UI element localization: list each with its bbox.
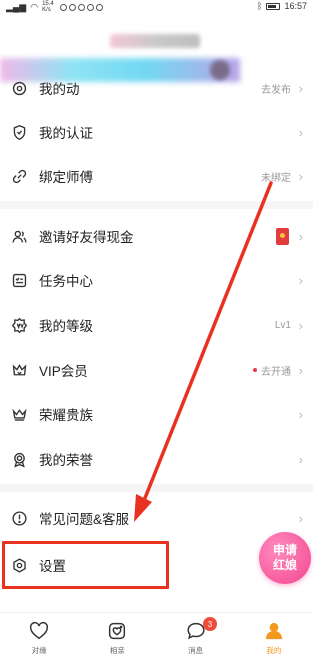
target-icon <box>10 79 28 97</box>
menu-item-label: 绑定师傅 <box>39 170 93 185</box>
vip-crown-icon <box>10 361 28 379</box>
heart-icon <box>30 621 49 640</box>
section-divider <box>0 484 313 492</box>
chevron-right-icon: › <box>298 510 303 526</box>
shield-check-icon <box>10 123 28 141</box>
menu-item-label: 我的荣誉 <box>39 453 93 468</box>
tab-label: 消息 <box>188 646 204 655</box>
tab-label: 对缘 <box>31 646 47 655</box>
menu-item-invite-friends[interactable]: 邀请好友得现金 › <box>0 214 313 258</box>
crown-icon <box>10 405 28 423</box>
tab-mine[interactable]: 我的 <box>235 613 313 663</box>
chevron-right-icon: › <box>298 317 303 333</box>
menu-item-bind-master[interactable]: 绑定师傅 未绑定 › <box>0 154 313 198</box>
status-bar: ▂▄▆ ◠ 15.4 K/s ᛒ 16:57 <box>0 0 313 14</box>
users-icon <box>10 227 28 245</box>
menu-item-label: 我的认证 <box>39 126 93 141</box>
chevron-right-icon: › <box>298 406 303 422</box>
battery-icon <box>266 2 281 10</box>
menu-item-label: 设置 <box>39 559 66 574</box>
menu-item-label: 我的等级 <box>39 319 93 334</box>
chevron-right-icon: › <box>298 451 303 467</box>
menu-item-label: 荣耀贵族 <box>39 408 93 423</box>
menu-item-noble[interactable]: 荣耀贵族 › <box>0 392 313 436</box>
blurred-username <box>110 34 200 48</box>
chevron-right-icon: › <box>298 168 303 184</box>
menu-item-hint: Lv1 <box>274 319 291 331</box>
medal-icon <box>10 450 28 468</box>
clock: 16:57 <box>284 1 307 11</box>
menu-item-honors[interactable]: 我的荣誉 › <box>0 437 313 481</box>
section-divider <box>0 201 313 209</box>
fab-label-line1: 申请 <box>272 543 297 557</box>
red-dot-indicator <box>253 368 257 372</box>
tab-messages[interactable]: 消息 <box>157 613 235 663</box>
tab-match[interactable]: 对缘 <box>0 613 78 663</box>
red-packet-icon <box>276 227 289 245</box>
menu-item-my-posts[interactable]: 我的动 去发布 › <box>0 66 313 110</box>
tab-label: 相亲 <box>109 646 125 655</box>
menu-item-my-level[interactable]: 我的等级 Lv1 › <box>0 303 313 347</box>
task-list-icon <box>10 271 28 289</box>
menu-item-hint: 去开通 <box>253 363 291 378</box>
level-badge-icon <box>10 316 28 334</box>
menu-item-task-center[interactable]: 任务中心 › <box>0 258 313 302</box>
messages-badge: 3 <box>203 617 217 631</box>
menu-item-label: 任务中心 <box>39 274 93 289</box>
menu-item-label: 邀请好友得现金 <box>39 230 134 245</box>
person-icon <box>265 622 283 640</box>
menu-item-label: 常见问题&客服 <box>39 512 130 527</box>
notification-icons <box>60 3 104 11</box>
link-icon <box>10 167 28 185</box>
chevron-right-icon: › <box>298 362 303 378</box>
settings-hexagon-icon <box>10 556 28 574</box>
fab-label-line2: 红娘 <box>272 558 297 572</box>
menu-item-certification[interactable]: 我的认证 › <box>0 110 313 154</box>
network-speed: 15.4 K/s <box>42 1 54 13</box>
bottom-tab-bar: 对缘 相亲 消息 我的 <box>0 612 313 663</box>
chevron-right-icon: › <box>298 124 303 140</box>
menu-item-vip[interactable]: VIP会员 去开通 › <box>0 348 313 392</box>
tab-label: 我的 <box>266 646 282 655</box>
bluetooth-icon: ᛒ <box>257 1 263 11</box>
tab-blind-date[interactable]: 相亲 <box>78 613 156 663</box>
wifi-icon: ◠ <box>30 1 39 12</box>
chevron-right-icon: › <box>298 272 303 288</box>
menu-item-faq-support[interactable]: 常见问题&客服 › <box>0 496 313 540</box>
menu-item-hint: 去发布 <box>261 84 291 96</box>
menu-item-hint: 未绑定 <box>261 172 291 184</box>
info-circle-icon <box>10 509 28 527</box>
chevron-right-icon: › <box>298 80 303 96</box>
chevron-right-icon: › <box>298 228 303 244</box>
camera-heart-icon <box>109 622 126 640</box>
menu-item-label: VIP会员 <box>39 364 88 379</box>
apply-matchmaker-button[interactable]: 申请 红娘 <box>259 532 311 584</box>
signal-icon: ▂▄▆ <box>6 1 27 12</box>
menu-item-label: 我的动 <box>39 82 80 97</box>
